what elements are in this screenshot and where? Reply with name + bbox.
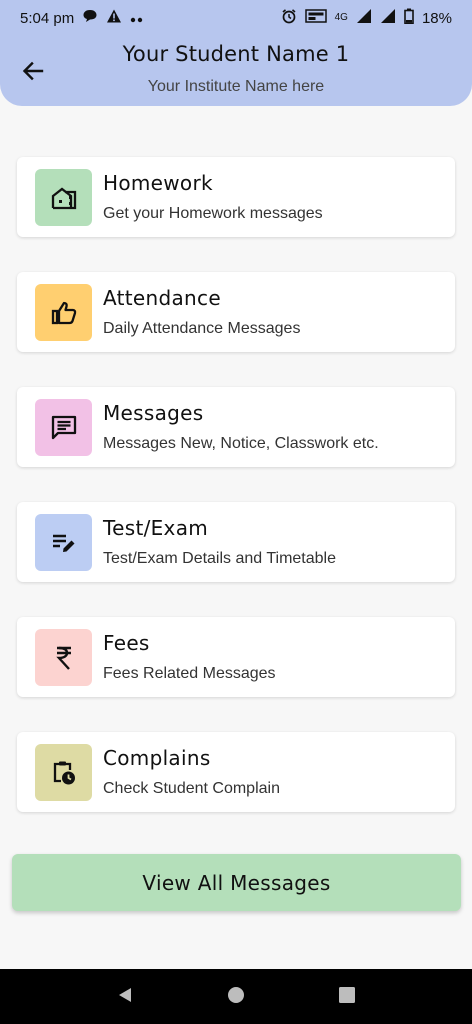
network-4g-icon: 4G [334, 12, 348, 23]
home-circle-icon[interactable] [227, 986, 245, 1008]
signal-icon [380, 8, 396, 28]
card-subtitle: Check Student Complain [103, 780, 280, 797]
fees-card[interactable]: Fees Fees Related Messages [17, 617, 455, 697]
system-nav-bar [0, 969, 472, 1024]
message-icon [51, 415, 76, 439]
rupee-icon [55, 646, 71, 670]
homework-icon-box [35, 169, 92, 226]
card-title: Messages [103, 401, 204, 425]
attendance-icon-box [35, 284, 92, 341]
complains-icon-box [35, 744, 92, 801]
card-subtitle: Get your Homework messages [103, 205, 323, 222]
building-icon [51, 187, 76, 209]
card-subtitle: Messages New, Notice, Classwork etc. [103, 435, 379, 452]
attendance-card[interactable]: Attendance Daily Attendance Messages [17, 272, 455, 352]
back-triangle-icon[interactable] [116, 986, 134, 1008]
card-subtitle: Fees Related Messages [103, 665, 276, 682]
card-title: Attendance [103, 286, 221, 310]
chat-icon [82, 8, 98, 28]
homework-card[interactable]: Homework Get your Homework messages [17, 157, 455, 237]
menu-list: Homework Get your Homework messages Atte… [17, 157, 455, 847]
alert-icon [106, 8, 122, 28]
battery-percent: 18% [421, 9, 452, 27]
clipboard-clock-icon [53, 761, 75, 784]
card-title: Fees [103, 631, 150, 655]
messages-icon-box [35, 399, 92, 456]
edit-list-icon [52, 534, 74, 552]
card-title: Complains [103, 746, 211, 770]
student-name-title: Your Student Name 1 [122, 42, 350, 66]
recents-square-icon[interactable] [338, 986, 356, 1008]
card-subtitle: Daily Attendance Messages [103, 320, 301, 337]
alarm-icon [281, 8, 297, 28]
status-time: 5:04 pm [20, 9, 75, 27]
test-exam-card[interactable]: Test/Exam Test/Exam Details and Timetabl… [17, 502, 455, 582]
card-subtitle: Test/Exam Details and Timetable [103, 550, 336, 567]
battery-icon [404, 8, 414, 28]
app-header: Your Student Name 1 Your Institute Name … [0, 36, 472, 106]
more-dots-icon [130, 10, 144, 27]
view-all-messages-button[interactable]: View All Messages [12, 854, 461, 911]
signal-icon [356, 8, 372, 28]
messages-card[interactable]: Messages Messages New, Notice, Classwork… [17, 387, 455, 467]
thumb-up-icon [51, 301, 76, 324]
complains-card[interactable]: Complains Check Student Complain [17, 732, 455, 812]
card-title: Homework [103, 171, 213, 195]
institute-name-subtitle: Your Institute Name here [147, 78, 325, 95]
status-bar: 5:04 pm 4G 18% [0, 0, 472, 36]
fees-icon-box [35, 629, 92, 686]
card-title: Test/Exam [103, 516, 209, 540]
volte-icon [304, 8, 327, 28]
test-exam-icon-box [35, 514, 92, 571]
